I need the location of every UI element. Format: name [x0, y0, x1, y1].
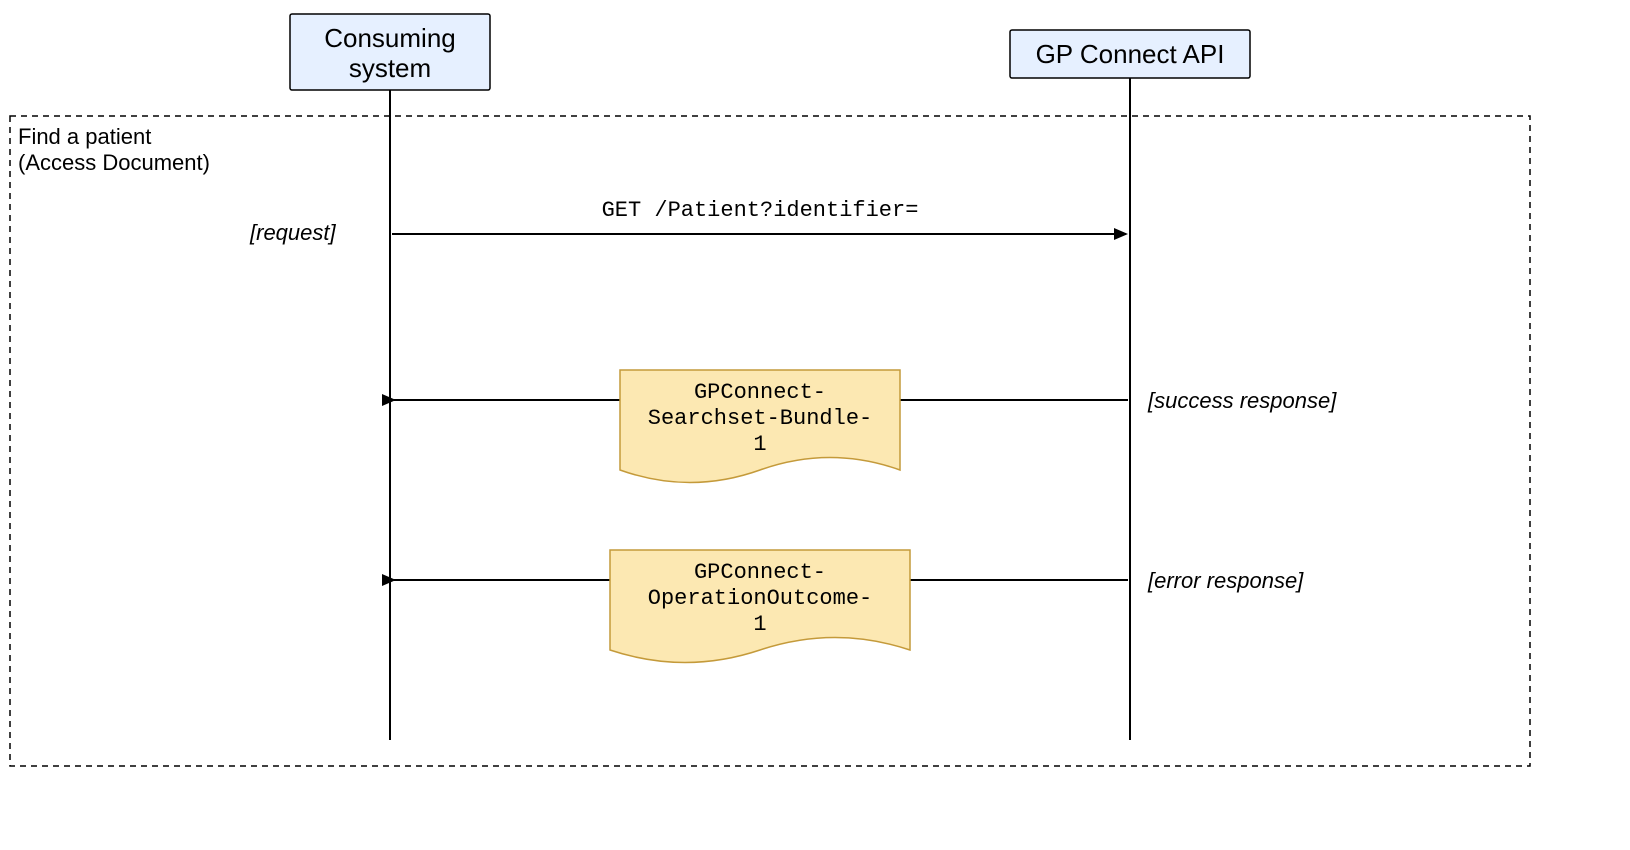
success-note-line1: GPConnect- — [694, 380, 826, 405]
success-note-line3: 1 — [753, 432, 766, 457]
error-note-line3: 1 — [753, 612, 766, 637]
frame-title-1: Find a patient — [18, 124, 151, 149]
success-note: GPConnect- Searchset-Bundle- 1 — [620, 370, 900, 483]
sequence-diagram: Find a patient (Access Document) Consumi… — [0, 0, 1630, 850]
request-label: GET /Patient?identifier= — [602, 198, 919, 223]
participant-consuming-system-label-2: system — [349, 53, 431, 83]
success-guard: [success response] — [1147, 388, 1337, 413]
error-note-line2: OperationOutcome- — [648, 586, 872, 611]
error-note-line1: GPConnect- — [694, 560, 826, 585]
success-note-line2: Searchset-Bundle- — [648, 406, 872, 431]
error-note: GPConnect- OperationOutcome- 1 — [610, 550, 910, 663]
participant-gp-connect-api-label: GP Connect API — [1036, 39, 1225, 69]
error-guard: [error response] — [1147, 568, 1304, 593]
frame-title-2: (Access Document) — [18, 150, 210, 175]
participant-consuming-system-label-1: Consuming — [324, 23, 456, 53]
request-guard: [request] — [249, 220, 336, 245]
